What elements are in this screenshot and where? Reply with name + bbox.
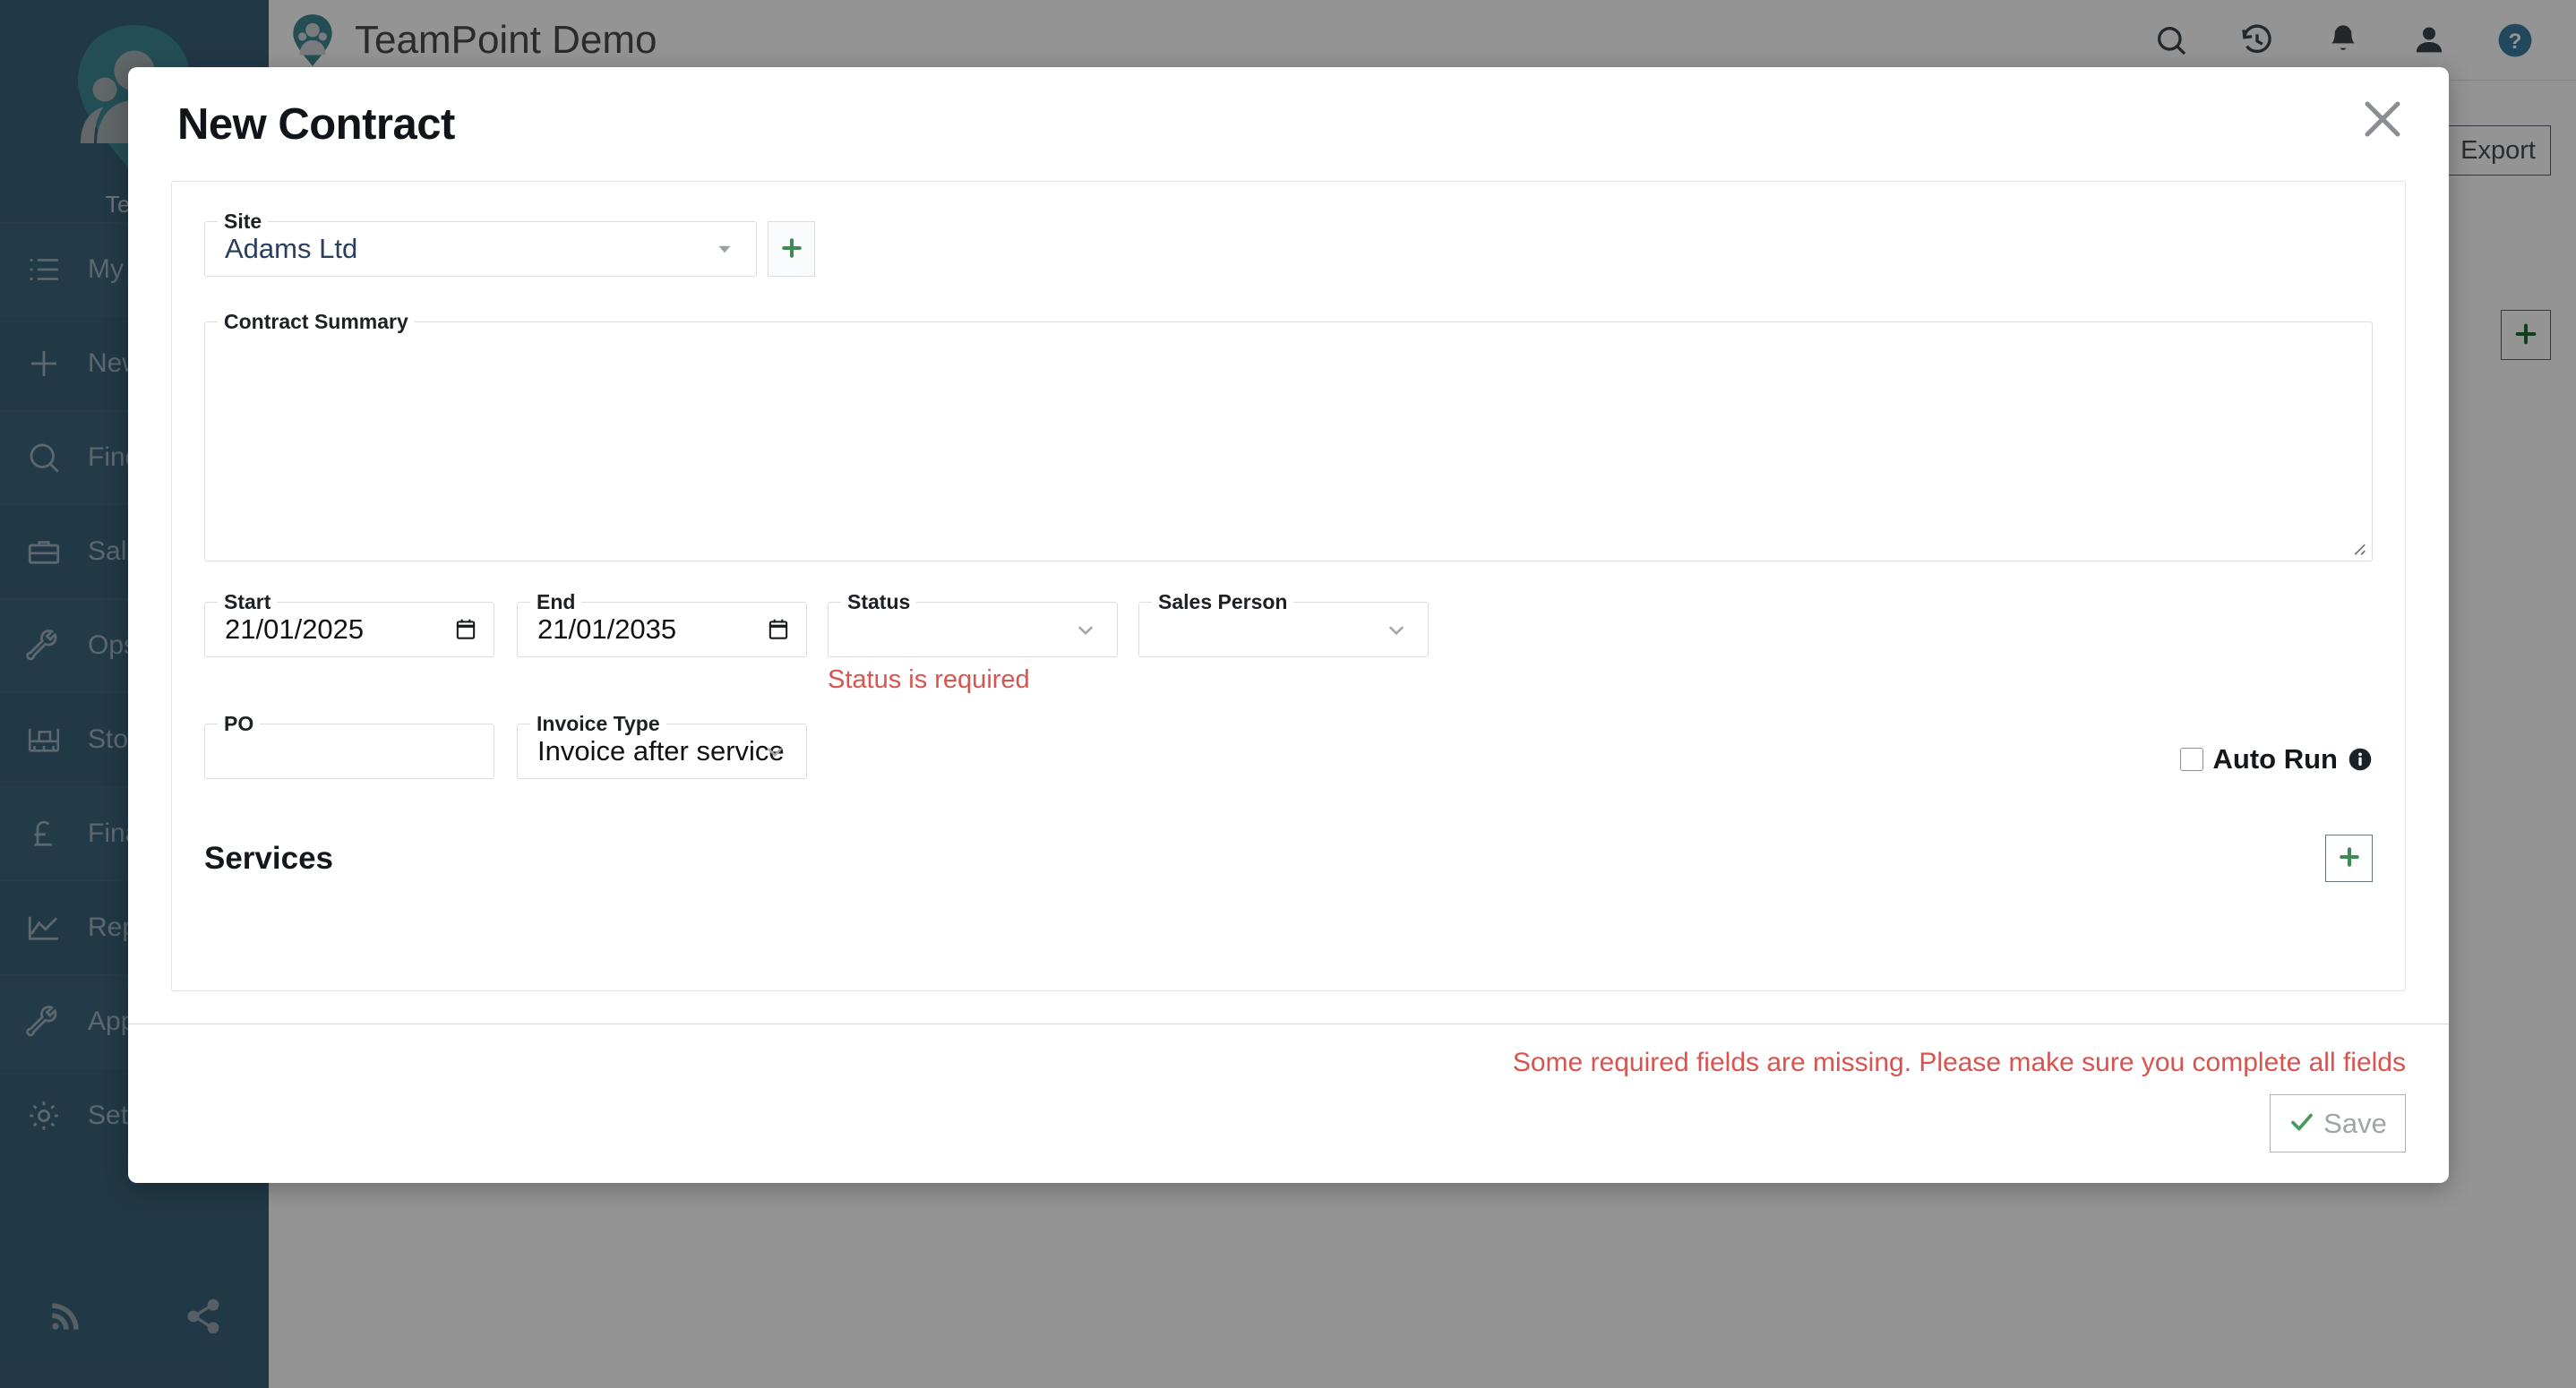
form-error-message: Some required fields are missing. Please… bbox=[1512, 1048, 2406, 1077]
end-date-input[interactable]: End 21/01/2035 bbox=[517, 590, 807, 657]
po-column: PO bbox=[204, 712, 494, 779]
site-row: Site Adams Ltd bbox=[204, 210, 2373, 277]
contract-summary-textarea[interactable]: Contract Summary bbox=[204, 310, 2373, 561]
sales-person-select[interactable]: Sales Person bbox=[1138, 590, 1429, 657]
site-select[interactable]: Site Adams Ltd bbox=[204, 210, 757, 277]
dialog-title: New Contract bbox=[177, 100, 455, 149]
add-service-button[interactable] bbox=[2325, 835, 2373, 882]
dates-status-row: Start 21/01/2025 End 21/01/2035 Status S… bbox=[204, 590, 2373, 695]
site-label: Site bbox=[218, 210, 269, 233]
status-column: Status Status is required bbox=[828, 590, 1118, 695]
auto-run-control[interactable]: Auto Run bbox=[2179, 743, 2373, 779]
dialog-footer: Some required fields are missing. Please… bbox=[128, 1024, 2449, 1183]
contract-summary-value bbox=[205, 322, 2372, 561]
close-icon bbox=[2357, 93, 2409, 148]
calendar-icon[interactable] bbox=[767, 617, 790, 642]
dialog-body: Site Adams Ltd Contract Summary Start 21… bbox=[128, 181, 2449, 1024]
invoice-type-label: Invoice Type bbox=[530, 712, 666, 735]
po-label: PO bbox=[218, 712, 261, 735]
dialog-header: New Contract bbox=[128, 67, 2449, 181]
end-label: End bbox=[530, 590, 582, 613]
auto-run-label: Auto Run bbox=[2212, 743, 2338, 775]
save-label: Save bbox=[2323, 1107, 2387, 1139]
invoice-type-column: Invoice Type Invoice after service bbox=[517, 712, 807, 779]
contract-summary-label: Contract Summary bbox=[218, 310, 415, 333]
status-select[interactable]: Status bbox=[828, 590, 1118, 657]
close-button[interactable] bbox=[2353, 90, 2412, 150]
sales-person-column: Sales Person bbox=[1138, 590, 1429, 695]
status-label: Status bbox=[841, 590, 917, 613]
calendar-icon[interactable] bbox=[454, 617, 477, 642]
invoice-type-select[interactable]: Invoice Type Invoice after service bbox=[517, 712, 807, 779]
end-column: End 21/01/2035 bbox=[517, 590, 807, 695]
sales-person-label: Sales Person bbox=[1152, 590, 1294, 613]
info-icon[interactable] bbox=[2348, 747, 2373, 772]
po-input[interactable]: PO bbox=[204, 712, 494, 779]
contract-form-panel: Site Adams Ltd Contract Summary Start 21… bbox=[171, 181, 2406, 991]
plus-icon bbox=[778, 235, 805, 264]
save-button[interactable]: Save bbox=[2270, 1094, 2406, 1152]
site-value: Adams Ltd bbox=[225, 233, 358, 264]
start-column: Start 21/01/2025 bbox=[204, 590, 494, 695]
plus-icon bbox=[2336, 844, 2363, 873]
services-title: Services bbox=[204, 840, 334, 876]
po-invoice-row: PO Invoice Type Invoice after service Au… bbox=[204, 712, 2373, 779]
start-date-input[interactable]: Start 21/01/2025 bbox=[204, 590, 494, 657]
add-site-button[interactable] bbox=[768, 221, 815, 277]
services-section: Services bbox=[204, 835, 2373, 882]
start-label: Start bbox=[218, 590, 278, 613]
resize-grip-icon[interactable] bbox=[2348, 537, 2367, 557]
check-icon bbox=[2288, 1109, 2315, 1138]
auto-run-checkbox[interactable] bbox=[2179, 748, 2203, 771]
status-error-message: Status is required bbox=[828, 665, 1030, 694]
new-contract-dialog: New Contract Site Adams Ltd Contract Sum… bbox=[128, 67, 2449, 1183]
